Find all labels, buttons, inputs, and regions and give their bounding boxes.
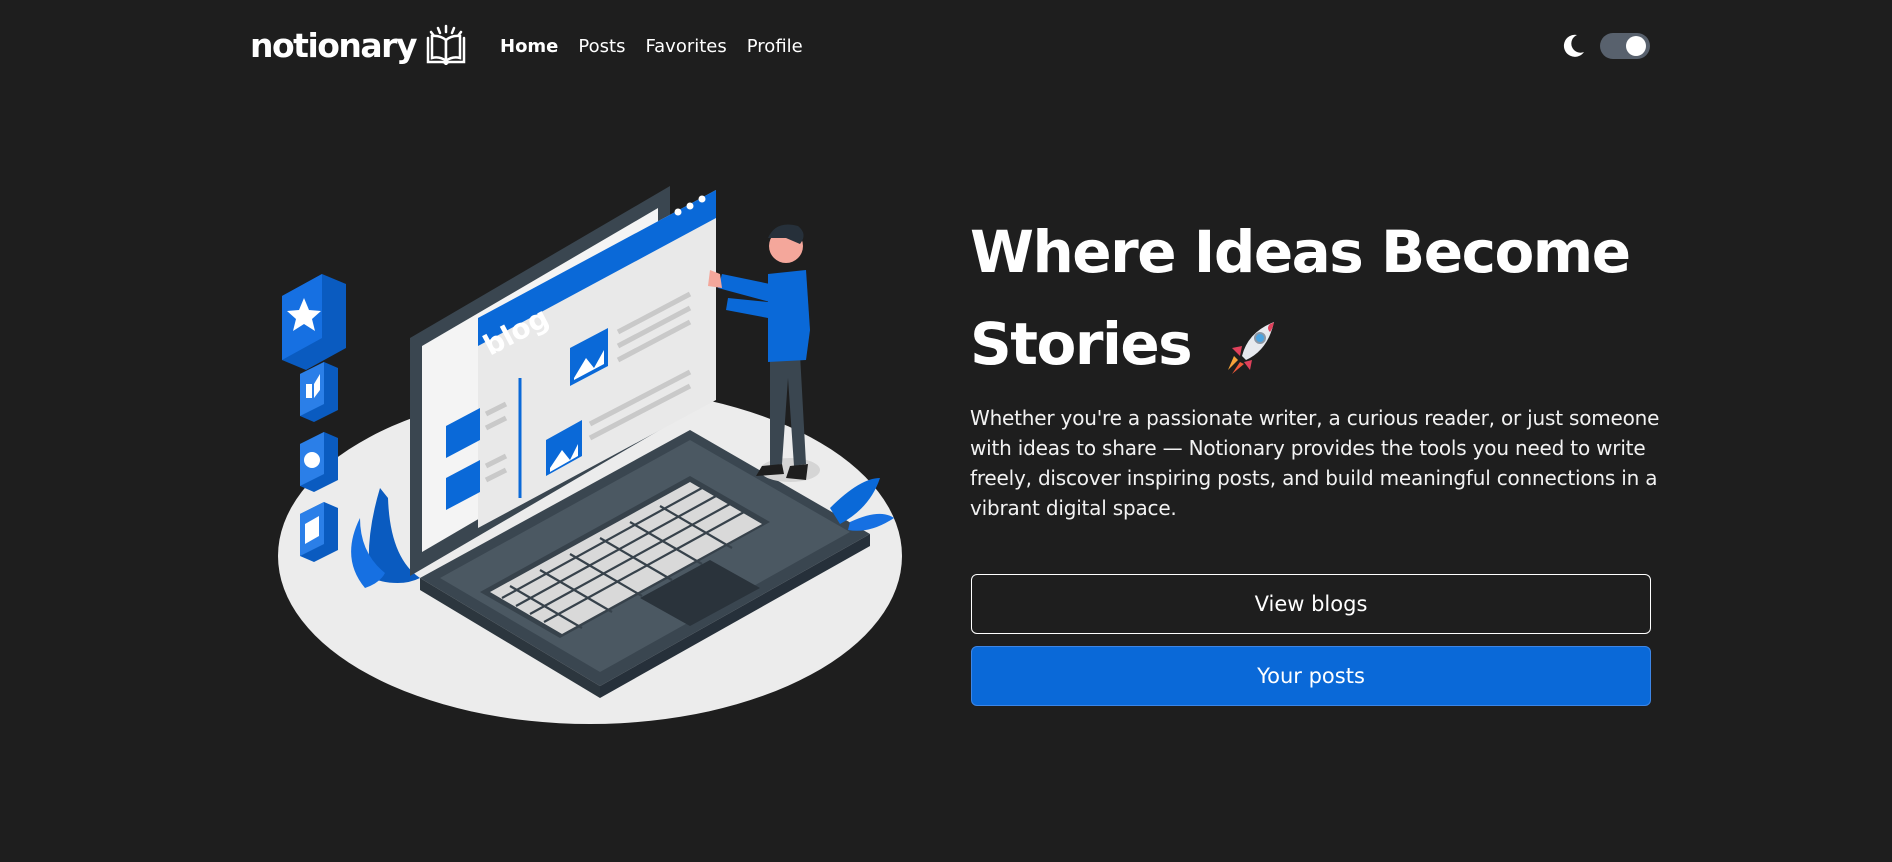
nav-link-posts[interactable]: Posts bbox=[578, 36, 625, 57]
nav-link-favorites[interactable]: Favorites bbox=[645, 36, 726, 57]
hero-title-line2: Stories bbox=[970, 310, 1193, 378]
toggle-knob bbox=[1626, 36, 1646, 56]
hero-illustration: blog bbox=[270, 178, 910, 738]
nav-link-home[interactable]: Home bbox=[500, 36, 558, 57]
brand-logo[interactable]: notionary bbox=[250, 24, 468, 66]
laptop-blog-illustration: blog bbox=[278, 186, 902, 724]
main-nav: Home Posts Favorites Profile bbox=[500, 36, 803, 57]
thumbs-up-badge-icon bbox=[300, 362, 338, 422]
brand-name: notionary bbox=[250, 25, 417, 65]
theme-switcher bbox=[1560, 33, 1650, 59]
star-badge-icon bbox=[282, 274, 346, 370]
hero-title: Where Ideas Become Stories bbox=[970, 206, 1670, 390]
moon-icon bbox=[1563, 34, 1584, 57]
view-blogs-button[interactable]: View blogs bbox=[971, 574, 1651, 634]
nav-link-profile[interactable]: Profile bbox=[747, 36, 803, 57]
dark-mode-toggle[interactable] bbox=[1600, 33, 1650, 59]
open-book-icon bbox=[426, 24, 466, 66]
your-posts-button[interactable]: Your posts bbox=[971, 646, 1651, 706]
hero-title-line1: Where Ideas Become bbox=[970, 218, 1631, 286]
navbar: notionary Home Posts Favorites Profile bbox=[0, 0, 1892, 100]
hero-description: Whether you're a passionate writer, a cu… bbox=[970, 406, 1660, 520]
rocket-icon bbox=[1227, 321, 1274, 374]
